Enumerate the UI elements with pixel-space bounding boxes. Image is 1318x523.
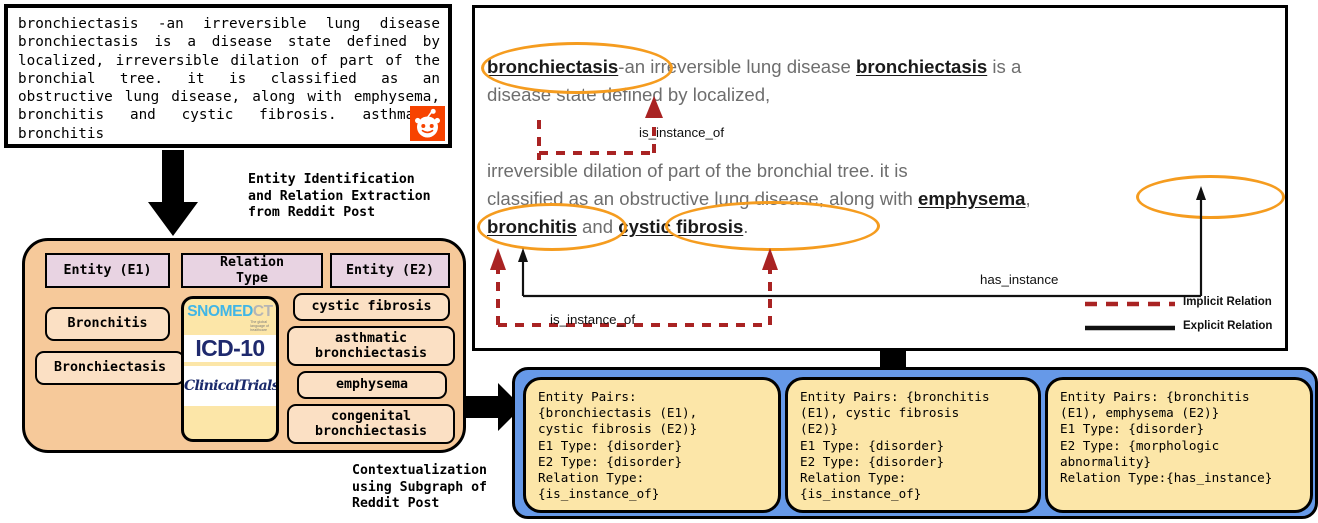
table-header-entity-e1: Entity (E1) [45,253,170,288]
snomed-logo-tagline: The global language of healthcare [250,320,269,333]
table-cell-e2-emphysema[interactable]: emphysema [297,371,447,399]
arrow-post-to-table-icon [148,150,198,236]
table-header-relation-type: Relation Type [181,253,323,288]
table-cell-e2-asthmatic-bronchiectasis[interactable]: asthmatic bronchiectasis [287,326,455,366]
legend-label-implicit: Implicit Relation [1183,296,1272,308]
table-cell-e1-bronchitis[interactable]: Bronchitis [45,307,170,341]
relation-label-is-instance-of-top: is_instance_of [639,125,725,140]
context-card-2[interactable]: Entity Pairs: {bronchitis (E1), cystic f… [785,377,1041,513]
relation-label-is-instance-of-bottom: is_instance_of [550,312,636,327]
reddit-post-box: bronchiectasis -an irreversible lung dis… [4,4,452,148]
annotated-text-panel: bronchiectasis-an irreversible lung dise… [472,5,1288,351]
relation-label-has-instance: has_instance [980,272,1059,287]
explicit-relation-bronchitis [518,186,1206,298]
context-card-3[interactable]: Entity Pairs: {bronchitis (E1), emphysem… [1045,377,1313,513]
relation-arrows-overlay [490,96,1206,331]
figure-canvas: bronchiectasis -an irreversible lung dis… [0,0,1318,523]
table-header-entity-e2: Entity (E2) [330,253,450,288]
reddit-post-text: bronchiectasis -an irreversible lung dis… [18,16,440,142]
ontology-sources-box: SNOMEDCT The global language of healthca… [181,296,279,442]
snomed-logo-suffix: CT [252,303,273,320]
table-cell-e2-congenital-bronchiectasis[interactable]: congenital bronchiectasis [287,404,455,444]
table-cell-e1-bronchiectasis[interactable]: Bronchiectasis [35,351,185,385]
snomed-ct-logo: SNOMEDCT [187,304,273,320]
legend-label-explicit: Explicit Relation [1183,320,1273,332]
caption-entity-extraction: Entity Identification and Relation Extra… [248,172,431,220]
table-cell-e2-cystic-fibrosis[interactable]: cystic fibrosis [293,293,450,321]
reddit-icon [410,106,445,141]
snomed-logo-main: SNOMED [187,303,253,320]
icd-10-logo: ICD-10 [184,335,276,363]
knowledge-graph-table-panel: Entity (E1) Relation Type Entity (E2) Br… [22,238,466,453]
context-cards-strip: Entity Pairs: {bronchiectasis (E1), cyst… [512,367,1318,519]
clinicaltrials-logo: ClinicalTrials.gov [184,366,276,407]
context-card-1[interactable]: Entity Pairs: {bronchiectasis (E1), cyst… [523,377,781,513]
